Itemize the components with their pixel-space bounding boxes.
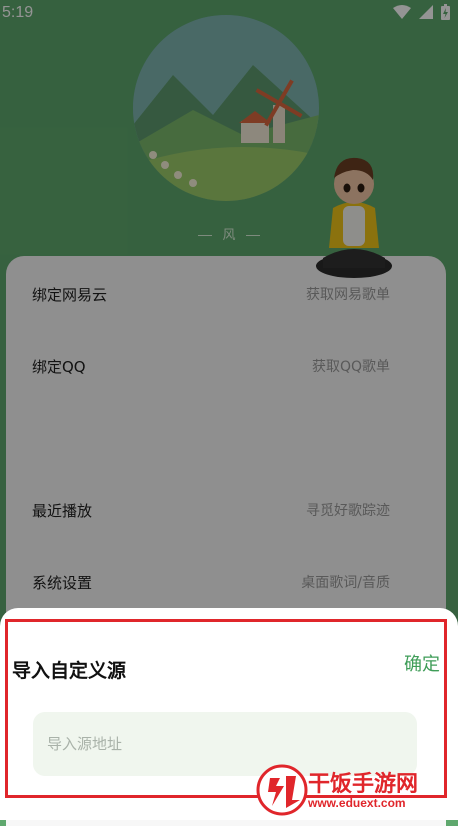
watermark-brand: 干饭手游网 [308, 772, 419, 797]
watermark-url: www.eduext.com [308, 796, 406, 810]
watermark-logo [256, 764, 308, 816]
confirm-button[interactable]: 确定 [404, 650, 440, 676]
sheet-title: 导入自定义源 [12, 660, 127, 682]
watermark: 干饭手游网 www.eduext.com [256, 760, 456, 818]
